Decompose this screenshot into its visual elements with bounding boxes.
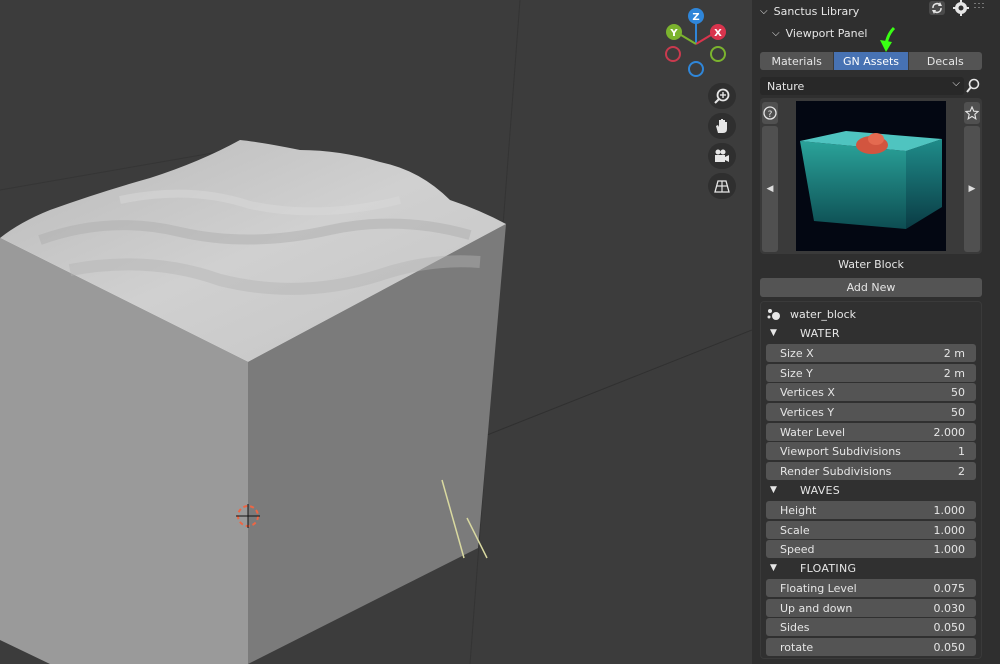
asset-thumbnail[interactable]	[796, 101, 946, 251]
field-up-and-down[interactable]: Up and down 0.030	[766, 599, 976, 617]
section-waves[interactable]: ▼ WAVES	[766, 481, 976, 499]
field-size-x[interactable]: Size X 2 m	[766, 344, 976, 362]
subpanel-title: Viewport Panel	[785, 26, 868, 40]
chevron-down-icon[interactable]: ⌵	[760, 6, 768, 17]
field-label: Floating Level	[780, 581, 857, 595]
3d-viewport[interactable]: Z X Y	[0, 0, 752, 664]
field-label: Size Y	[780, 366, 813, 380]
previous-asset-button[interactable]: ◀	[762, 126, 778, 252]
field-value[interactable]: 0.050	[934, 621, 966, 634]
field-value[interactable]: 50	[951, 406, 965, 419]
field-height[interactable]: Height 1.000	[766, 501, 976, 519]
field-vertices-y[interactable]: Vertices Y 50	[766, 403, 976, 421]
tab-gn-assets[interactable]: GN Assets	[834, 52, 909, 70]
search-icon	[966, 78, 980, 93]
field-sides[interactable]: Sides 0.050	[766, 618, 976, 636]
field-floating-level[interactable]: Floating Level 0.075	[766, 579, 976, 597]
field-render-subdivisions[interactable]: Render Subdivisions 2	[766, 462, 976, 480]
field-value[interactable]: 0.075	[934, 582, 966, 595]
object-row: water_block	[766, 306, 856, 322]
field-label: Water Level	[780, 425, 846, 439]
field-value[interactable]: 1.000	[934, 524, 966, 537]
chevron-left-icon: ◀	[766, 184, 774, 194]
field-label: Scale	[780, 523, 810, 537]
camera-icon	[715, 149, 729, 162]
favorite-button[interactable]	[964, 102, 980, 124]
hand-pan-icon	[716, 119, 727, 133]
field-label: Up and down	[780, 601, 853, 615]
section-floating-title: FLOATING	[800, 561, 857, 575]
field-label: Height	[780, 503, 817, 517]
chevron-down-icon: ⌵	[952, 78, 960, 89]
category-value: Nature	[767, 79, 805, 93]
gear-icon	[953, 0, 969, 16]
chevron-right-icon: ▶	[968, 184, 976, 194]
section-waves-title: WAVES	[800, 483, 841, 497]
drag-handle-icon[interactable]	[974, 2, 988, 12]
tab-materials[interactable]: Materials	[760, 52, 835, 70]
asset-name-label: Water Block	[838, 258, 904, 271]
field-value[interactable]: 2 m	[944, 347, 965, 360]
help-icon: ?	[763, 106, 777, 120]
field-label: Render Subdivisions	[780, 464, 892, 478]
refresh-button[interactable]	[928, 0, 946, 16]
field-vertices-x[interactable]: Vertices X 50	[766, 383, 976, 401]
star-icon	[965, 106, 979, 120]
field-value[interactable]: 0.050	[934, 641, 966, 654]
field-label: Viewport Subdivisions	[780, 444, 901, 458]
scene-canvas[interactable]	[0, 0, 752, 664]
field-label: Speed	[780, 542, 815, 556]
tab-decals[interactable]: Decals	[908, 52, 982, 70]
section-floating[interactable]: ▼ FLOATING	[766, 559, 976, 577]
section-water-title: WATER	[800, 326, 840, 340]
panel-title: Sanctus Library	[773, 4, 860, 18]
pan-button[interactable]	[708, 113, 736, 139]
refresh-icon	[929, 1, 945, 15]
field-value[interactable]: 1.000	[934, 504, 966, 517]
ortho-toggle-button[interactable]	[708, 173, 736, 199]
field-label: rotate	[780, 640, 814, 654]
field-label: Sides	[780, 620, 810, 634]
category-dropdown[interactable]: Nature ⌵	[760, 77, 964, 95]
neg-z-axis-icon	[688, 61, 704, 77]
field-label: Vertices Y	[780, 405, 835, 419]
add-new-button[interactable]: Add New	[760, 278, 982, 297]
help-button[interactable]: ?	[762, 102, 778, 124]
field-label: Size X	[780, 346, 814, 360]
field-size-y[interactable]: Size Y 2 m	[766, 364, 976, 382]
field-value[interactable]: 2.000	[934, 426, 966, 439]
field-value[interactable]: 1	[958, 445, 965, 458]
object-name: water_block	[790, 307, 857, 321]
field-value[interactable]: 2	[958, 465, 965, 478]
zoom-button[interactable]	[708, 83, 736, 109]
zoom-icon	[714, 88, 730, 104]
triangle-down-icon: ▼	[770, 328, 778, 338]
field-speed[interactable]: Speed 1.000	[766, 540, 976, 558]
field-value[interactable]: 50	[951, 386, 965, 399]
field-water-level[interactable]: Water Level 2.000	[766, 423, 976, 441]
field-rotate[interactable]: rotate 0.050	[766, 638, 976, 656]
field-viewport-subdivisions[interactable]: Viewport Subdivisions 1	[766, 442, 976, 460]
grid-icon	[714, 180, 730, 193]
object-icon	[767, 309, 780, 320]
field-value[interactable]: 1.000	[934, 543, 966, 556]
triangle-down-icon: ▼	[770, 485, 778, 495]
chevron-down-icon[interactable]: ⌵	[772, 28, 780, 39]
search-button[interactable]	[964, 77, 982, 95]
field-value[interactable]: 0.030	[934, 602, 966, 615]
next-asset-button[interactable]: ▶	[964, 126, 980, 252]
section-water[interactable]: ▼ WATER	[766, 324, 976, 342]
asset-type-tabs[interactable]: Materials GN Assets Decals	[760, 52, 982, 70]
field-value[interactable]: 2 m	[944, 367, 965, 380]
field-scale[interactable]: Scale 1.000	[766, 521, 976, 539]
field-label: Vertices X	[780, 385, 835, 399]
camera-view-button[interactable]	[708, 143, 736, 169]
svg-text:?: ?	[768, 110, 773, 120]
arrow-annotation-icon	[880, 26, 896, 52]
triangle-down-icon: ▼	[770, 563, 778, 573]
settings-button[interactable]	[952, 0, 970, 16]
